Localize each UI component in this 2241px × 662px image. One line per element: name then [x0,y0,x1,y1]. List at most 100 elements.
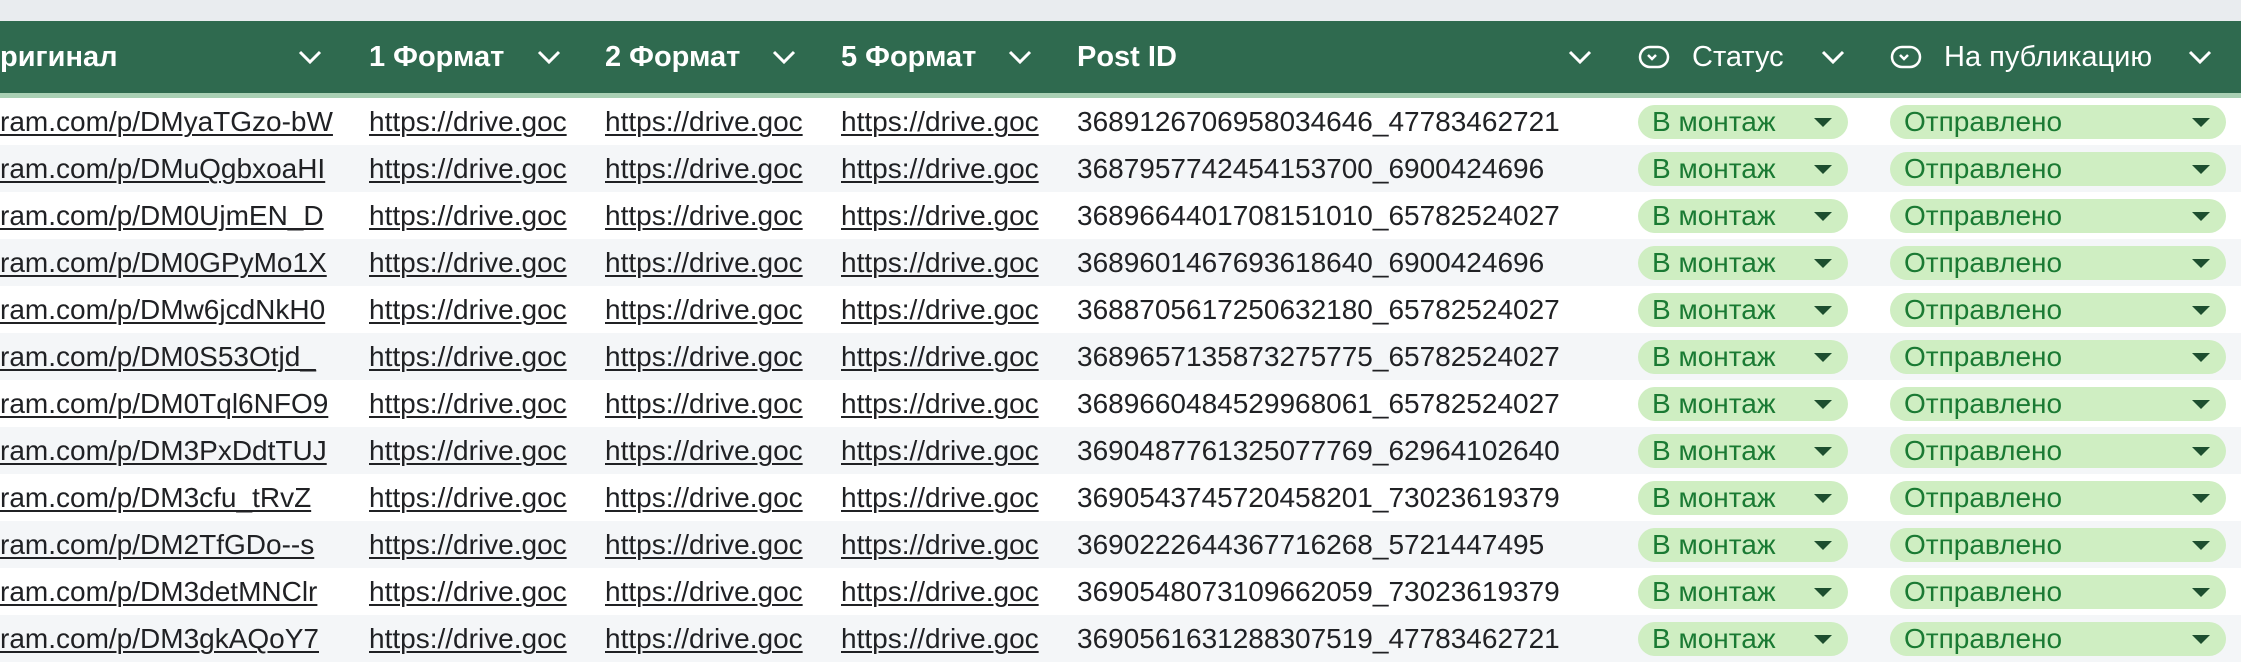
format2-link[interactable]: https://drive.goc [605,380,821,427]
original-link[interactable]: ram.com/p/DM0S53Otjd_ [0,333,350,380]
dropdown-arrow-icon [2192,259,2210,268]
original-link[interactable]: ram.com/p/DM3cfu_tRvZ [0,474,350,521]
publish-dropdown[interactable]: Отправлено [1890,293,2226,327]
publish-dropdown[interactable]: Отправлено [1890,481,2226,515]
column-header-format5[interactable]: 5 Формат [841,21,991,93]
format2-link[interactable]: https://drive.goc [605,427,821,474]
status-dropdown[interactable]: В монтаж [1638,387,1848,421]
table-row: ram.com/p/DM3gkAQoY7 https://drive.goc h… [0,615,2241,662]
chevron-down-icon[interactable] [764,21,804,93]
status-dropdown[interactable]: В монтаж [1638,622,1848,656]
format1-link[interactable]: https://drive.goc [369,192,585,239]
publish-dropdown[interactable]: Отправлено [1890,622,2226,656]
status-value: В монтаж [1652,153,1776,184]
original-link[interactable]: ram.com/p/DMw6jcdNkH0 [0,286,350,333]
status-value: В монтаж [1652,623,1776,654]
column-header-original[interactable]: ригинал [0,21,290,93]
format5-link[interactable]: https://drive.goc [841,333,1057,380]
format5-link[interactable]: https://drive.goc [841,145,1057,192]
format1-link[interactable]: https://drive.goc [369,239,585,286]
format5-link[interactable]: https://drive.goc [841,615,1057,662]
original-link[interactable]: ram.com/p/DM3detMNClr [0,568,350,615]
format1-link[interactable]: https://drive.goc [369,380,585,427]
format2-link[interactable]: https://drive.goc [605,145,821,192]
chevron-down-icon[interactable] [1560,21,1600,93]
dropdown-arrow-icon [1814,212,1832,221]
status-value: В монтаж [1652,435,1776,466]
chevron-down-icon[interactable] [1000,21,1040,93]
publish-dropdown[interactable]: Отправлено [1890,199,2226,233]
dropdown-arrow-icon [2192,212,2210,221]
format1-link[interactable]: https://drive.goc [369,615,585,662]
status-dropdown[interactable]: В монтаж [1638,575,1848,609]
format1-link[interactable]: https://drive.goc [369,286,585,333]
dropdown-column-icon [1638,45,1670,69]
original-link[interactable]: ram.com/p/DM3PxDdtTUJ [0,427,350,474]
post-id: 3687957742454153700_6900424696 [1077,153,1545,184]
publish-dropdown[interactable]: Отправлено [1890,387,2226,421]
original-link[interactable]: ram.com/p/DM3gkAQoY7 [0,615,350,662]
original-link[interactable]: ram.com/p/DM0UjmEN_D [0,192,350,239]
chevron-down-icon[interactable] [529,21,569,93]
status-dropdown[interactable]: В монтаж [1638,199,1848,233]
format2-link[interactable]: https://drive.goc [605,239,821,286]
format2-link[interactable]: https://drive.goc [605,98,821,145]
format5-link[interactable]: https://drive.goc [841,427,1057,474]
status-dropdown[interactable]: В монтаж [1638,528,1848,562]
post-id: 3689660484529968061_65782524027 [1077,388,1560,419]
chevron-down-icon[interactable] [1813,21,1853,93]
publish-dropdown[interactable]: Отправлено [1890,246,2226,280]
publish-dropdown[interactable]: Отправлено [1890,434,2226,468]
format2-link[interactable]: https://drive.goc [605,521,821,568]
format5-link[interactable]: https://drive.goc [841,568,1057,615]
status-dropdown[interactable]: В монтаж [1638,152,1848,186]
format5-link[interactable]: https://drive.goc [841,98,1057,145]
status-dropdown[interactable]: В монтаж [1638,246,1848,280]
format2-link[interactable]: https://drive.goc [605,474,821,521]
status-value: В монтаж [1652,388,1776,419]
format5-link[interactable]: https://drive.goc [841,286,1057,333]
original-link[interactable]: ram.com/p/DMuQgbxoaHI [0,145,350,192]
format5-link[interactable]: https://drive.goc [841,521,1057,568]
original-link[interactable]: ram.com/p/DM2TfGDo--s [0,521,350,568]
chevron-down-icon[interactable] [290,21,330,93]
format5-link[interactable]: https://drive.goc [841,474,1057,521]
format2-link[interactable]: https://drive.goc [605,333,821,380]
dropdown-arrow-icon [1814,588,1832,597]
format1-link[interactable]: https://drive.goc [369,333,585,380]
format2-link[interactable]: https://drive.goc [605,192,821,239]
format1-link[interactable]: https://drive.goc [369,568,585,615]
status-dropdown[interactable]: В монтаж [1638,434,1848,468]
original-link[interactable]: ram.com/p/DM0Tql6NFO9 [0,380,350,427]
format1-link[interactable]: https://drive.goc [369,145,585,192]
format1-link[interactable]: https://drive.goc [369,98,585,145]
original-link[interactable]: ram.com/p/DM0GPyMo1X [0,239,350,286]
format2-link[interactable]: https://drive.goc [605,615,821,662]
publish-dropdown[interactable]: Отправлено [1890,340,2226,374]
column-header-publish[interactable]: На публикацию [1890,21,2190,93]
status-dropdown[interactable]: В монтаж [1638,105,1848,139]
format1-link[interactable]: https://drive.goc [369,427,585,474]
column-header-post-id[interactable]: Post ID [1077,21,1377,93]
status-dropdown[interactable]: В монтаж [1638,340,1848,374]
format2-link[interactable]: https://drive.goc [605,568,821,615]
format5-link[interactable]: https://drive.goc [841,380,1057,427]
chevron-down-icon[interactable] [2180,21,2220,93]
format1-link[interactable]: https://drive.goc [369,521,585,568]
publish-dropdown[interactable]: Отправлено [1890,152,2226,186]
column-header-format2[interactable]: 2 Формат [605,21,755,93]
format5-link[interactable]: https://drive.goc [841,239,1057,286]
format2-link[interactable]: https://drive.goc [605,286,821,333]
column-header-status[interactable]: Статус [1638,21,1838,93]
publish-dropdown[interactable]: Отправлено [1890,105,2226,139]
publish-dropdown[interactable]: Отправлено [1890,575,2226,609]
original-link[interactable]: ram.com/p/DMyaTGzo-bW [0,98,350,145]
status-dropdown[interactable]: В монтаж [1638,293,1848,327]
format1-link[interactable]: https://drive.goc [369,474,585,521]
publish-dropdown[interactable]: Отправлено [1890,528,2226,562]
column-header-format1[interactable]: 1 Формат [369,21,519,93]
dropdown-arrow-icon [2192,494,2210,503]
post-id: 3690222644367716268_5721447495 [1077,529,1545,560]
format5-link[interactable]: https://drive.goc [841,192,1057,239]
status-dropdown[interactable]: В монтаж [1638,481,1848,515]
